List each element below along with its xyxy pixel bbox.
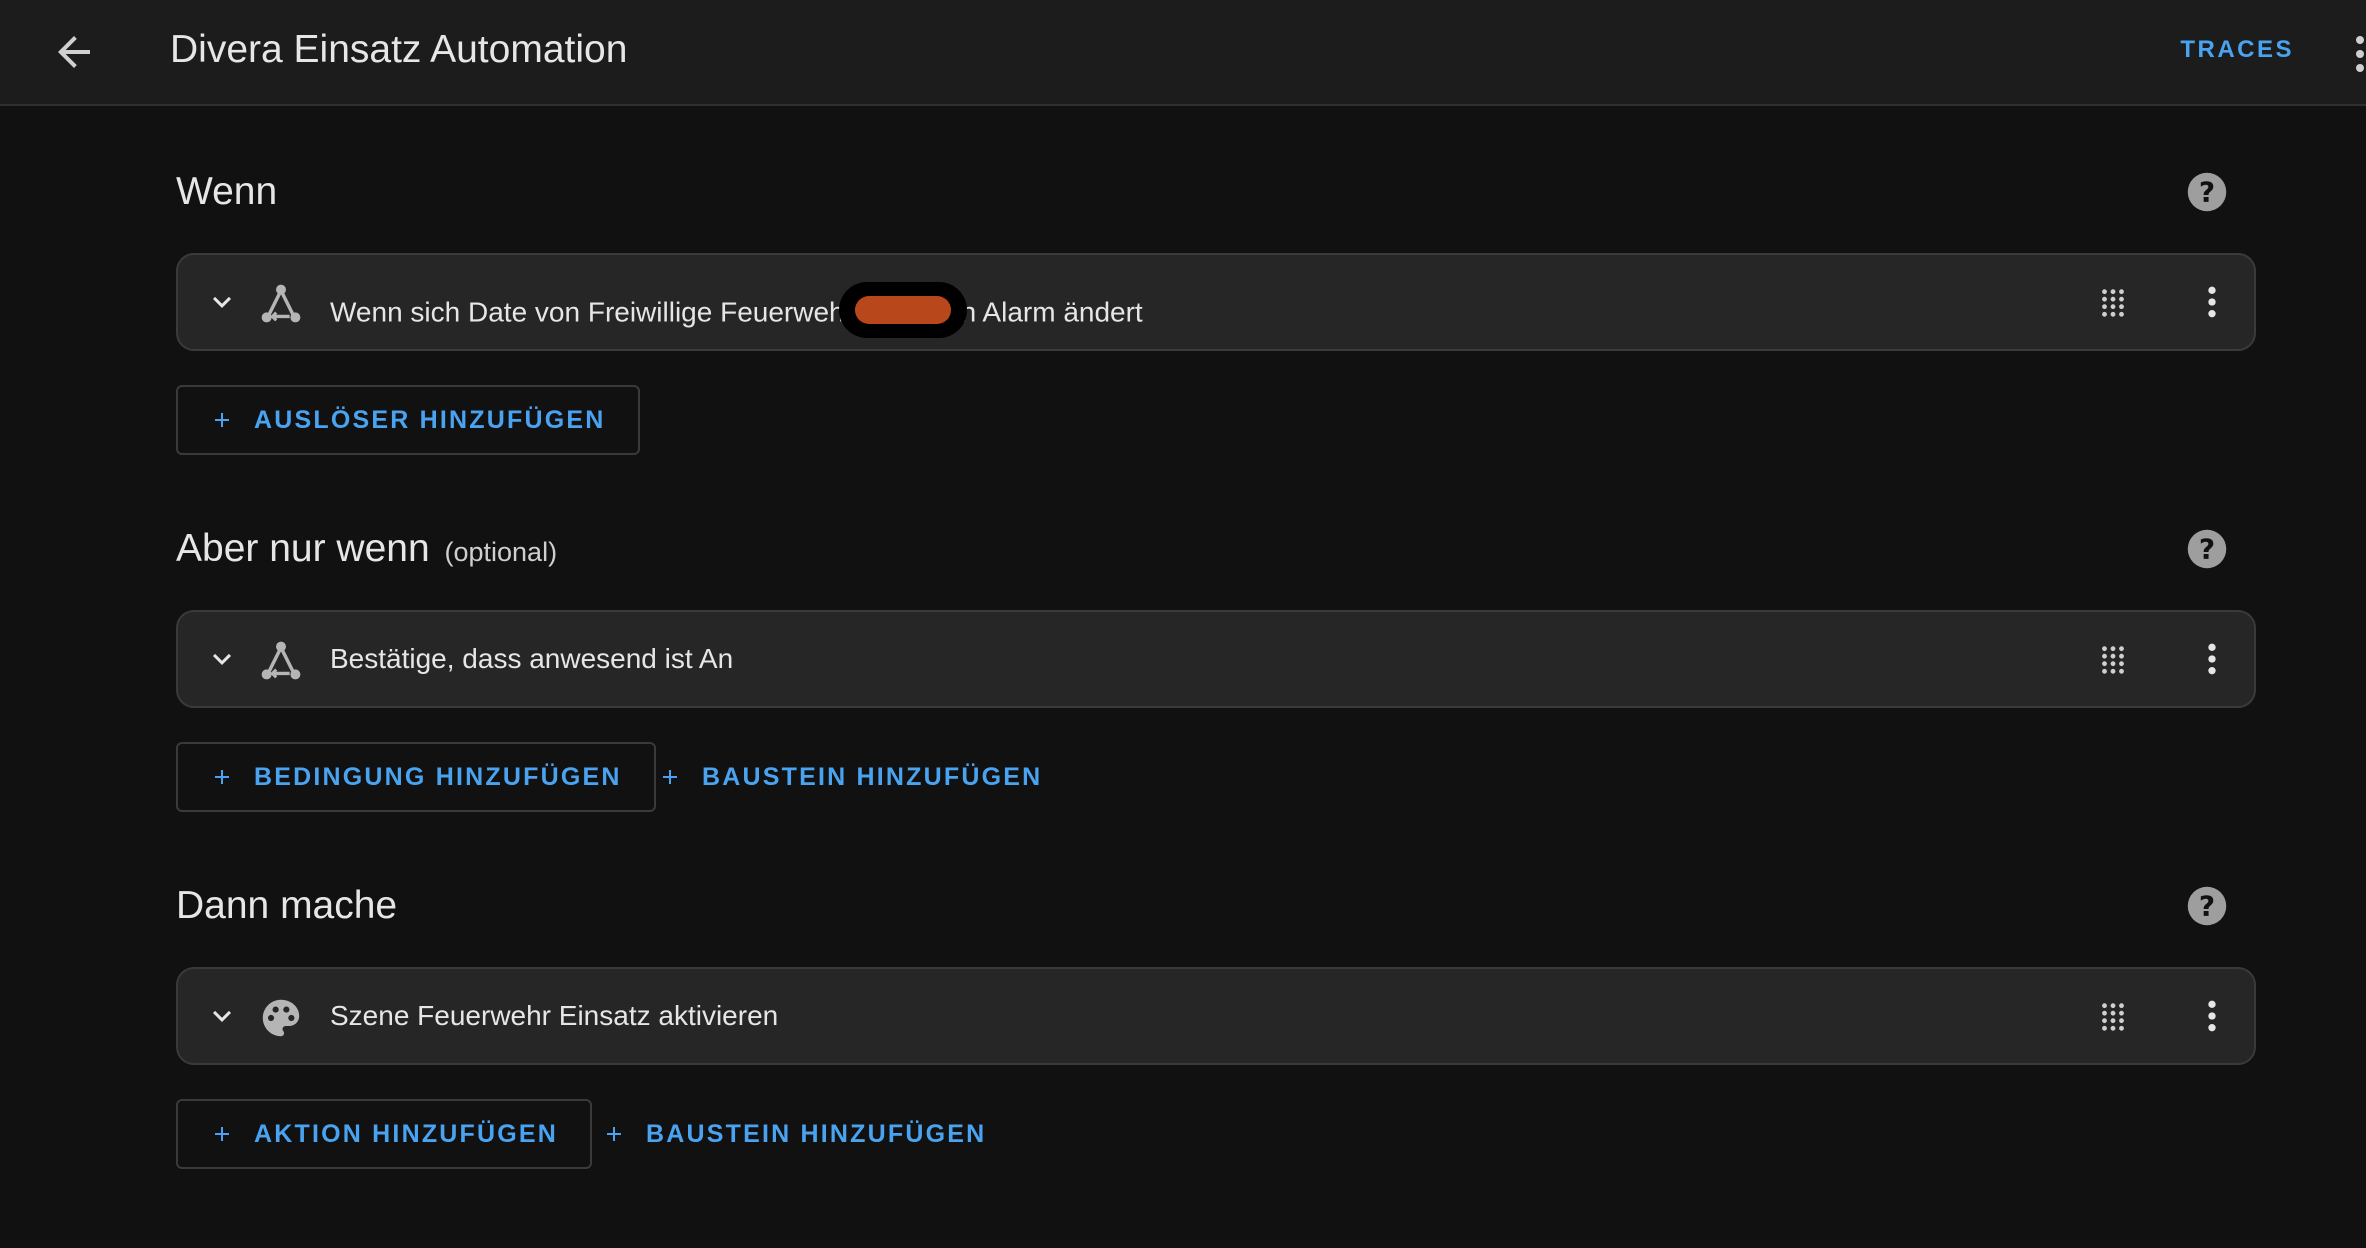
trigger-row[interactable]: Wenn sich Date von Freiwillige Feuerweh h… — [176, 253, 2256, 351]
traces-button[interactable]: TRACES — [2180, 36, 2294, 64]
plus-icon — [663, 770, 677, 784]
overflow-menu-icon[interactable] — [2354, 34, 2366, 74]
chevron-down-icon[interactable] — [204, 641, 240, 677]
graph-nodes-icon — [261, 284, 301, 323]
add-condition-label: BEDINGUNG HINZUFÜGEN — [254, 762, 622, 791]
plus-icon — [215, 1127, 229, 1141]
plus-icon — [215, 413, 229, 427]
page-title: Divera Einsatz Automation — [170, 28, 628, 71]
add-building-block-button[interactable]: BAUSTEIN HINZUFÜGEN — [642, 742, 1058, 812]
plus-icon — [215, 770, 229, 784]
palette-icon — [262, 999, 300, 1037]
add-building-block-button[interactable]: BAUSTEIN HINZUFÜGEN — [586, 1099, 1002, 1169]
redaction-mark — [838, 282, 967, 338]
svg-text:?: ? — [2199, 176, 2215, 209]
section-title-text: Aber nur wenn — [176, 527, 430, 570]
add-trigger-label: AUSLÖSER HINZUFÜGEN — [254, 405, 606, 434]
more-options-icon[interactable] — [2192, 282, 2232, 322]
trigger-text-start: Wenn sich Date von Freiwillige Feuerweh — [330, 296, 845, 328]
top-app-bar: Divera Einsatz Automation TRACES — [0, 0, 2366, 106]
help-icon[interactable]: ? — [2186, 885, 2228, 927]
drag-handle-icon[interactable] — [2096, 643, 2130, 677]
chevron-down-icon[interactable] — [204, 284, 240, 320]
drag-handle-icon[interactable] — [2096, 286, 2130, 320]
more-options-icon[interactable] — [2192, 996, 2232, 1036]
back-arrow-icon[interactable] — [50, 28, 98, 76]
add-building-block-label: BAUSTEIN HINZUFÜGEN — [646, 1119, 987, 1148]
trigger-text-end: h Alarm ändert — [960, 296, 1143, 328]
plus-icon — [607, 1127, 621, 1141]
optional-hint: (optional) — [444, 537, 558, 567]
help-icon[interactable]: ? — [2186, 528, 2228, 570]
svg-text:?: ? — [2199, 890, 2215, 923]
section-title-actions: Dann mache — [176, 884, 397, 928]
more-options-icon[interactable] — [2192, 639, 2232, 679]
graph-nodes-icon — [261, 641, 301, 680]
add-action-label: AKTION HINZUFÜGEN — [254, 1119, 559, 1148]
drag-handle-icon[interactable] — [2096, 1000, 2130, 1034]
section-title-triggers: Wenn — [176, 170, 277, 214]
trigger-description: Wenn sich Date von Freiwillige Feuerweh h… — [330, 282, 1143, 342]
action-row[interactable]: Szene Feuerwehr Einsatz aktivieren — [176, 967, 2256, 1065]
section-title-conditions: Aber nur wenn (optional) — [176, 527, 557, 571]
section-title-text: Dann mache — [176, 884, 398, 927]
add-action-button[interactable]: AKTION HINZUFÜGEN — [176, 1099, 593, 1169]
add-condition-button[interactable]: BEDINGUNG HINZUFÜGEN — [176, 742, 656, 812]
section-title-text: Wenn — [176, 170, 278, 213]
condition-row[interactable]: Bestätige, dass anwesend ist An — [176, 610, 2256, 708]
action-description: Szene Feuerwehr Einsatz aktivieren — [330, 1000, 779, 1031]
condition-description: Bestätige, dass anwesend ist An — [330, 643, 734, 674]
chevron-down-icon[interactable] — [204, 998, 240, 1034]
add-trigger-button[interactable]: AUSLÖSER HINZUFÜGEN — [176, 385, 640, 455]
help-icon[interactable]: ? — [2186, 171, 2228, 213]
add-building-block-label: BAUSTEIN HINZUFÜGEN — [702, 762, 1043, 791]
svg-text:?: ? — [2199, 533, 2215, 566]
